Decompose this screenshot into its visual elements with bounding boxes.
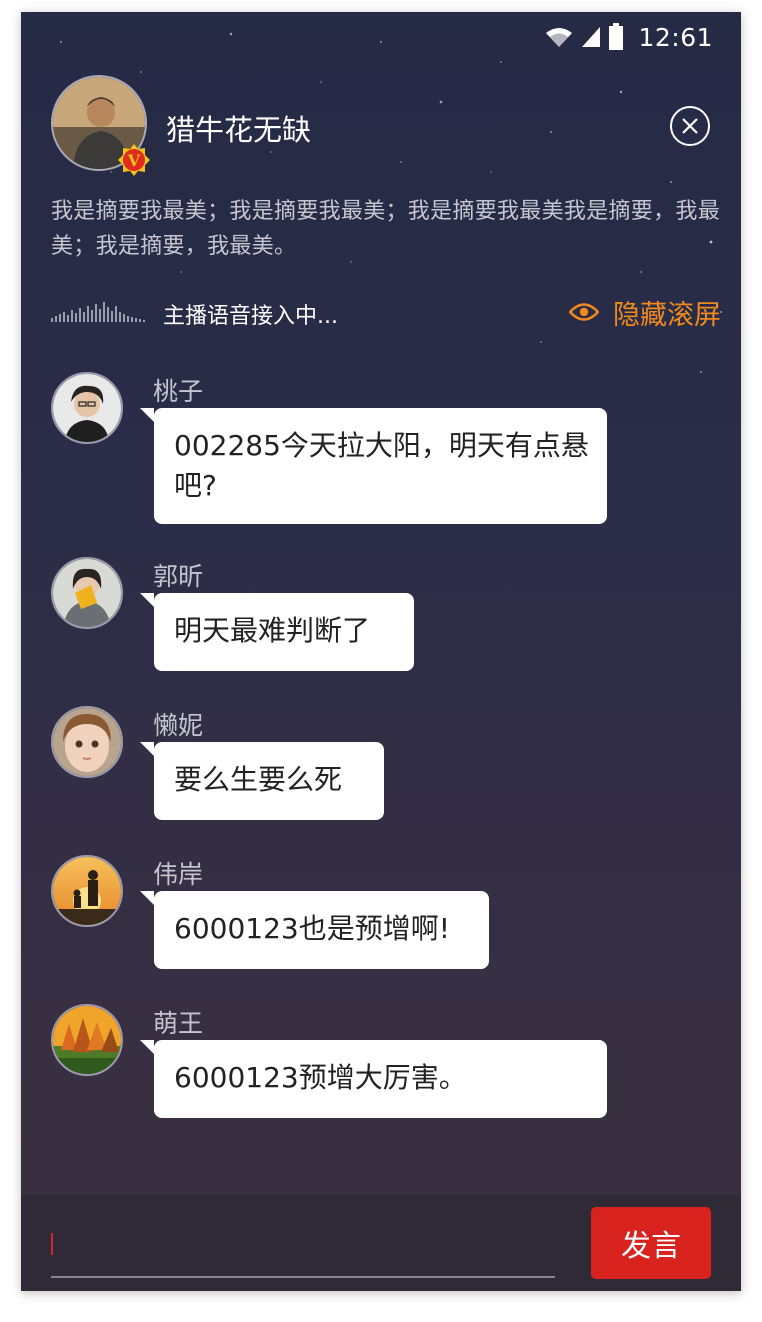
send-button[interactable]: 发言: [591, 1207, 711, 1279]
voice-status-text: 主播语音接入中...: [163, 304, 338, 329]
message-bubble: 要么生要么死: [140, 742, 384, 820]
live-chat-screen: 12:61 V 猎牛花无缺 我是摘要我最美；我是摘要我最美；我是摘要我最美我是摘…: [21, 12, 741, 1291]
avatar-photo: [53, 374, 121, 442]
hide-scroll-label: 隐藏滚屏: [613, 299, 721, 331]
input-underline: [51, 1276, 555, 1278]
voice-status-row: 主播语音接入中... 隐藏滚屏: [51, 292, 721, 332]
status-bar: 12:61: [544, 22, 713, 52]
user-name: 萌王: [153, 1009, 204, 1038]
wifi-icon: [546, 28, 573, 47]
eye-icon: [569, 303, 599, 321]
close-icon: [682, 118, 698, 134]
close-button[interactable]: [670, 106, 710, 146]
avatar-photo: [53, 708, 121, 776]
message-input[interactable]: [51, 1223, 559, 1273]
message-bubble: 6000123预增大厉害。: [140, 1040, 607, 1118]
battery-icon: [609, 23, 624, 50]
avatar-photo: [53, 1006, 121, 1074]
verified-badge-icon: V: [118, 144, 150, 176]
message-bubble: 002285今天拉大阳，明天有点悬吧?: [140, 408, 607, 524]
user-avatar[interactable]: [51, 706, 123, 778]
user-avatar[interactable]: [51, 855, 123, 927]
user-avatar[interactable]: [51, 372, 123, 444]
user-name: 伟岸: [153, 860, 204, 889]
signal-icon: [582, 27, 601, 47]
user-name: 郭昕: [153, 562, 204, 591]
host-name: 猎牛花无缺: [166, 113, 312, 147]
sound-wave-icon: [51, 302, 145, 322]
message-bubble: 6000123也是预增啊!: [140, 891, 489, 969]
host-summary: 我是摘要我最美；我是摘要我最美；我是摘要我最美我是摘要，我最美；我是摘要，我最美…: [51, 199, 721, 259]
avatar-photo: [53, 559, 121, 627]
input-bar: 发言: [21, 1195, 741, 1291]
message-bubble: 明天最难判断了: [140, 593, 414, 671]
user-name: 桃子: [153, 377, 204, 406]
user-avatar[interactable]: [51, 557, 123, 629]
user-name: 懒妮: [153, 711, 204, 740]
status-time: 12:61: [638, 22, 713, 52]
user-avatar[interactable]: [51, 1004, 123, 1076]
verified-badge-text: V: [127, 151, 141, 170]
avatar-photo: [53, 857, 121, 925]
host-avatar[interactable]: V: [51, 75, 150, 176]
hide-scroll-button[interactable]: 隐藏滚屏: [569, 292, 721, 332]
